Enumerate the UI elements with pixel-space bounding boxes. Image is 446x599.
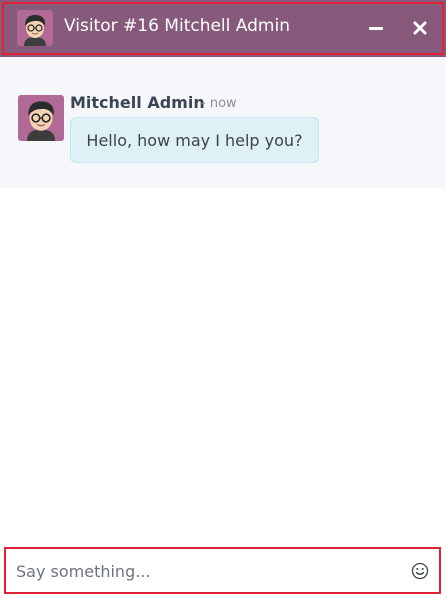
message-bubble: Hello, how may I help you? xyxy=(70,117,319,163)
emoji-button[interactable] xyxy=(409,560,431,582)
chat-window-title: Visitor #16 Mitchell Admin xyxy=(64,16,290,36)
close-button[interactable] xyxy=(405,12,435,44)
chat-window-header[interactable]: Visitor #16 Mitchell Admin xyxy=(0,0,446,57)
message-composer xyxy=(4,547,441,594)
emoji-smile-icon xyxy=(411,562,429,580)
message-timestamp: - now xyxy=(201,96,237,111)
user-avatar-icon[interactable] xyxy=(18,95,64,141)
minimize-button[interactable] xyxy=(361,12,391,44)
message-input[interactable] xyxy=(16,557,396,585)
message-thread: Mitchell Admin - now Hello, how may I he… xyxy=(0,57,446,188)
message-body: Hello, how may I help you? xyxy=(86,130,303,150)
minimize-icon xyxy=(369,26,383,30)
message-author[interactable]: Mitchell Admin xyxy=(70,93,205,112)
close-icon xyxy=(413,21,427,35)
user-avatar-icon xyxy=(17,10,53,46)
